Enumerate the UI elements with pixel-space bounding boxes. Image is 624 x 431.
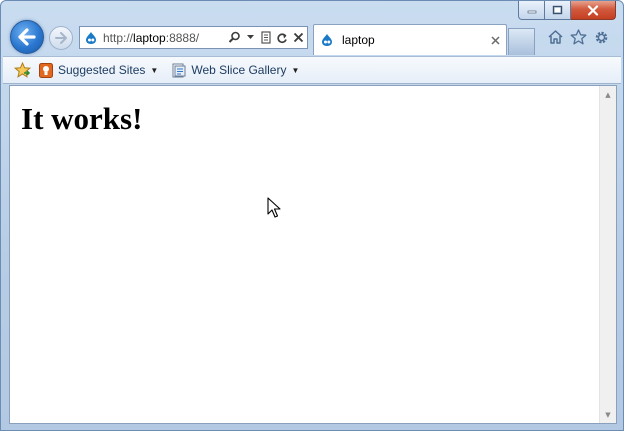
- favorites-bar: Suggested Sites ▼ Web Slice Gallery ▼: [3, 56, 621, 84]
- url-host: laptop: [133, 30, 166, 45]
- back-button[interactable]: [10, 20, 44, 54]
- refresh-button[interactable]: [275, 30, 289, 46]
- favorites-button[interactable]: [569, 28, 587, 46]
- forward-arrow-icon: [55, 32, 67, 44]
- window-caption-buttons: [518, 1, 616, 21]
- drupal-favicon-icon: [322, 34, 332, 46]
- suggested-sites-link[interactable]: Suggested Sites ▼: [39, 62, 159, 78]
- suggested-sites-icon: [39, 62, 53, 78]
- web-slice-gallery-label: Web Slice Gallery: [191, 63, 287, 77]
- minimize-button[interactable]: [518, 1, 545, 20]
- star-icon: [570, 29, 586, 45]
- compatibility-view-button[interactable]: [259, 30, 273, 46]
- close-icon: [490, 35, 500, 45]
- search-dropdown-button[interactable]: [243, 30, 257, 46]
- browser-command-icons: [546, 28, 610, 46]
- close-window-button[interactable]: [571, 1, 616, 20]
- url-scheme: http://: [103, 30, 134, 45]
- suggested-sites-label: Suggested Sites: [58, 63, 146, 77]
- gear-icon: [595, 31, 607, 43]
- tab-laptop[interactable]: laptop: [313, 24, 507, 55]
- add-to-favorites-bar-button[interactable]: [13, 61, 31, 79]
- search-icon: [228, 31, 240, 43]
- close-icon: [587, 4, 599, 16]
- scroll-up-button[interactable]: ▲: [600, 86, 616, 103]
- chevron-down-icon: [246, 35, 254, 39]
- chevron-down-icon: ▼: [291, 65, 300, 75]
- url-port-path: :8888/: [165, 30, 200, 45]
- home-button[interactable]: [546, 28, 564, 46]
- maximize-button[interactable]: [545, 1, 571, 20]
- stop-icon: [293, 32, 303, 43]
- chevron-down-icon: ▼: [150, 65, 159, 75]
- maximize-icon: [552, 5, 563, 15]
- favorites-star-icon: [13, 62, 31, 78]
- address-tools: [225, 30, 305, 46]
- compatibility-view-icon: [261, 31, 271, 44]
- refresh-icon: [277, 32, 287, 43]
- vertical-scrollbar[interactable]: ▲ ▼: [599, 86, 616, 423]
- back-arrow-icon: [18, 28, 36, 46]
- mouse-cursor-icon: [267, 197, 281, 218]
- browser-window: http://laptop:8888/ laptop Suggested Sit…: [0, 0, 624, 431]
- navigation-row: http://laptop:8888/ laptop: [1, 19, 623, 55]
- tools-button[interactable]: [592, 28, 610, 46]
- scroll-down-button[interactable]: ▼: [600, 406, 616, 423]
- web-slice-gallery-link[interactable]: Web Slice Gallery ▼: [172, 63, 299, 78]
- address-bar[interactable]: http://laptop:8888/: [79, 26, 308, 49]
- web-slice-icon: [172, 63, 186, 78]
- new-tab-button[interactable]: [508, 28, 535, 55]
- drupal-favicon-icon: [86, 31, 96, 44]
- tab-title: laptop: [342, 33, 375, 47]
- forward-button[interactable]: [49, 26, 73, 50]
- stop-button[interactable]: [291, 30, 305, 46]
- close-tab-button[interactable]: [488, 33, 502, 47]
- minimize-icon: [527, 10, 536, 14]
- page-heading: It works!: [21, 101, 143, 136]
- search-button[interactable]: [227, 30, 241, 46]
- url-text[interactable]: http://laptop:8888/: [103, 31, 225, 45]
- home-icon: [547, 30, 563, 44]
- page-content: It works! ▲ ▼: [9, 85, 617, 424]
